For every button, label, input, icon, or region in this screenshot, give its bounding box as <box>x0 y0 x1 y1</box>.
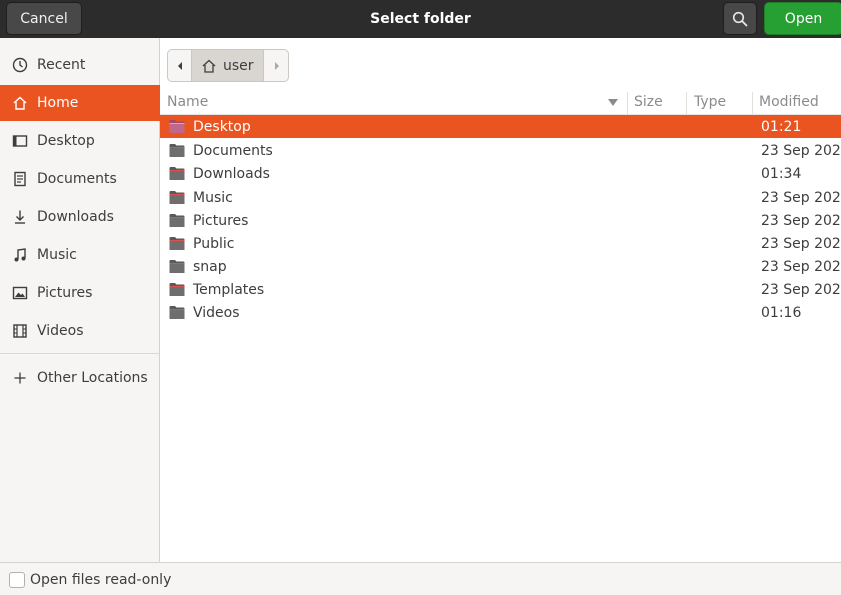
sidebar-item-documents[interactable]: Documents <box>0 161 160 197</box>
sidebar-item-label: Recent <box>37 57 86 73</box>
sidebar-item-label: Downloads <box>37 209 114 225</box>
file-row[interactable]: Desktop 01:21 <box>160 115 841 138</box>
file-modified: 23 Sep 2021 <box>761 235 841 252</box>
column-header-name[interactable]: Name <box>167 89 208 115</box>
sidebar-separator <box>0 353 160 354</box>
sidebar-item-music[interactable]: Music <box>0 237 160 273</box>
file-modified: 01:34 <box>761 165 802 182</box>
file-modified: 23 Sep 2021 <box>761 189 841 206</box>
file-modified: 23 Sep 2021 <box>761 258 841 275</box>
path-button-group: user <box>167 49 289 82</box>
file-name: Documents <box>193 142 273 159</box>
arrow-right-icon <box>274 61 279 70</box>
path-current-label: user <box>223 57 254 74</box>
sidebar-item-downloads[interactable]: Downloads <box>0 199 160 235</box>
search-icon <box>732 11 748 26</box>
header-bar: Cancel Select folder Open <box>0 0 841 38</box>
folder-icon <box>169 237 185 250</box>
sidebar-item-desktop[interactable]: Desktop <box>0 123 160 159</box>
file-row[interactable]: Public 23 Sep 2021 <box>160 232 841 255</box>
column-divider <box>752 92 753 114</box>
plus-icon <box>12 370 28 386</box>
path-scroll-left-button[interactable] <box>168 50 192 81</box>
file-name: Videos <box>193 304 240 321</box>
dialog-footer: Open files read-only <box>0 562 841 595</box>
file-list-header: Name Size Type Modified <box>160 89 841 115</box>
path-scroll-right-button[interactable] <box>263 50 288 81</box>
column-header-size[interactable]: Size <box>634 89 663 115</box>
open-button[interactable]: Open <box>764 2 841 35</box>
file-row[interactable]: snap 23 Sep 2021 <box>160 255 841 278</box>
arrow-left-icon <box>177 61 182 70</box>
sidebar-item-label: Music <box>37 247 77 263</box>
sidebar-item-pictures[interactable]: Pictures <box>0 275 160 311</box>
sidebar-item-label: Pictures <box>37 285 93 301</box>
folder-icon <box>169 306 185 319</box>
sort-descending-icon <box>608 99 618 106</box>
search-button[interactable] <box>723 2 757 35</box>
folder-icon <box>169 144 185 157</box>
file-name: snap <box>193 258 227 275</box>
file-row[interactable]: Music 23 Sep 2021 <box>160 186 841 209</box>
folder-icon <box>169 191 185 204</box>
dialog-title: Select folder <box>370 11 471 27</box>
file-name: Pictures <box>193 212 249 229</box>
column-header-modified[interactable]: Modified <box>759 89 819 115</box>
column-divider <box>686 92 687 114</box>
folder-icon <box>169 283 185 296</box>
video-icon <box>12 323 28 339</box>
file-name: Music <box>193 189 233 206</box>
column-header-type[interactable]: Type <box>694 89 726 115</box>
file-row[interactable]: Downloads 01:34 <box>160 162 841 185</box>
folder-icon <box>169 167 185 180</box>
sidebar-item-label: Documents <box>37 171 117 187</box>
file-row[interactable]: Documents 23 Sep 2021 <box>160 139 841 162</box>
sidebar-item-recent[interactable]: Recent <box>0 47 160 83</box>
desktop-icon <box>12 133 28 149</box>
document-icon <box>12 171 28 187</box>
file-row[interactable]: Pictures 23 Sep 2021 <box>160 209 841 232</box>
home-icon <box>12 95 28 111</box>
path-home-button[interactable]: user <box>192 50 263 81</box>
folder-icon <box>169 214 185 227</box>
path-bar: user <box>160 38 841 89</box>
music-icon <box>12 247 28 263</box>
sidebar-item-label: Desktop <box>37 133 95 149</box>
column-divider <box>627 92 628 114</box>
sidebar-item-label: Other Locations <box>37 370 148 386</box>
file-modified: 23 Sep 2021 <box>761 281 841 298</box>
sidebar-item-other-locations[interactable]: Other Locations <box>0 360 160 396</box>
file-modified: 23 Sep 2021 <box>761 142 841 159</box>
file-row[interactable]: Videos 01:16 <box>160 301 841 324</box>
read-only-checkbox[interactable] <box>9 572 25 588</box>
folder-icon <box>169 260 185 273</box>
sidebar-item-label: Home <box>37 95 79 111</box>
cancel-button[interactable]: Cancel <box>6 2 82 35</box>
download-icon <box>12 209 28 225</box>
file-modified: 23 Sep 2021 <box>761 212 841 229</box>
file-modified: 01:21 <box>761 118 802 135</box>
file-modified: 01:16 <box>761 304 802 321</box>
sidebar-item-label: Videos <box>37 323 84 339</box>
file-name: Templates <box>193 281 265 298</box>
sidebar-item-videos[interactable]: Videos <box>0 313 160 349</box>
sidebar-item-home[interactable]: Home <box>0 85 160 121</box>
picture-icon <box>12 285 28 301</box>
file-name: Desktop <box>193 118 251 135</box>
file-name: Public <box>193 235 235 252</box>
read-only-label[interactable]: Open files read-only <box>30 563 171 595</box>
folder-icon <box>169 120 185 133</box>
clock-icon <box>12 57 28 73</box>
home-icon <box>202 59 216 73</box>
file-row[interactable]: Templates 23 Sep 2021 <box>160 278 841 301</box>
file-name: Downloads <box>193 165 270 182</box>
places-sidebar: Recent Home Desktop Documents Downloads … <box>0 38 160 562</box>
